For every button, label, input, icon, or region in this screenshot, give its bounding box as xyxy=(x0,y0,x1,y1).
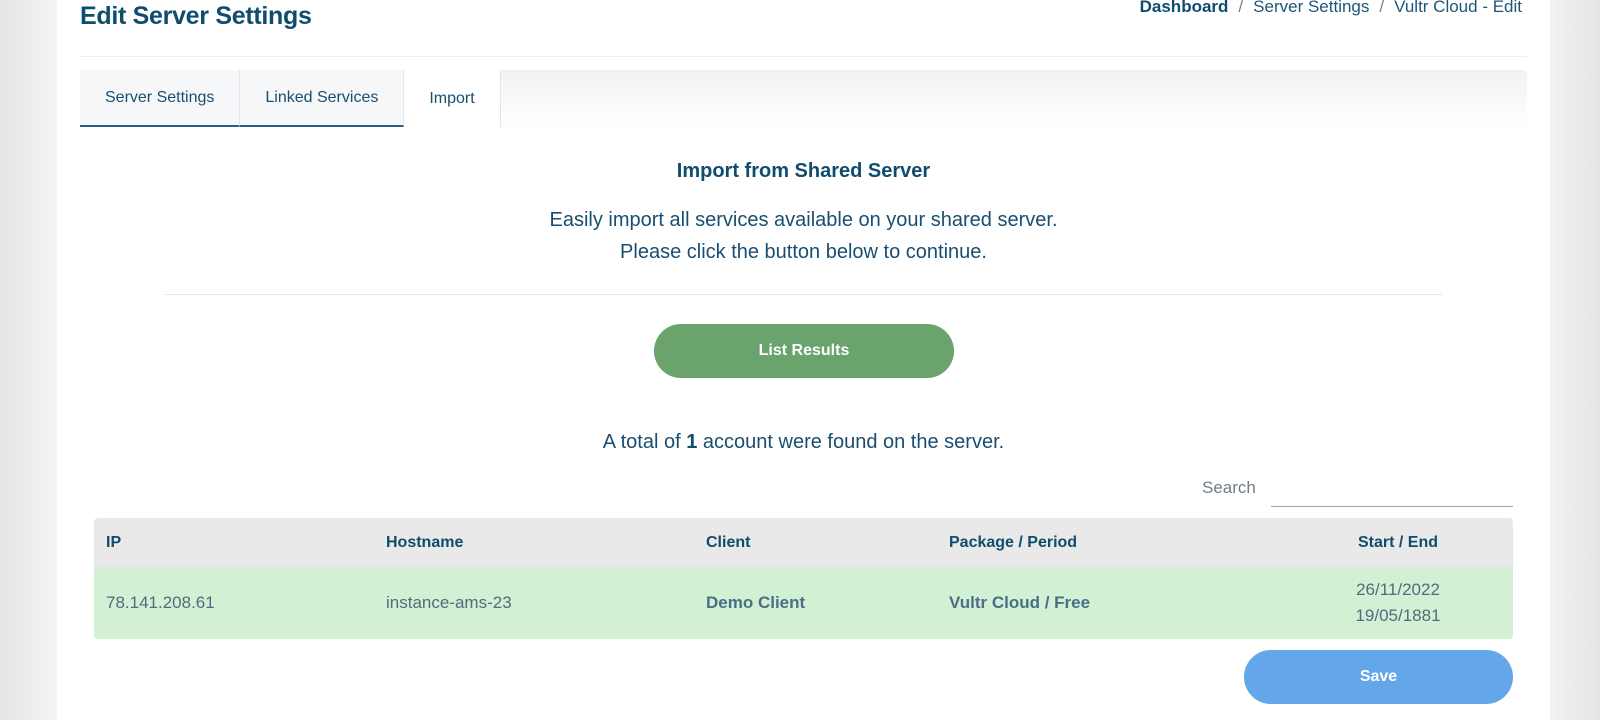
header-divider xyxy=(80,56,1527,57)
breadcrumb-dashboard[interactable]: Dashboard xyxy=(1140,0,1229,17)
search-label: Search xyxy=(1202,478,1256,497)
page-title: Edit Server Settings xyxy=(80,2,312,30)
table-header: IP Hostname Client Package / Period Star… xyxy=(94,518,1513,567)
breadcrumb-current: Vultr Cloud - Edit xyxy=(1394,0,1522,16)
column-header-ip[interactable]: IP xyxy=(94,534,374,552)
column-header-start-end[interactable]: Start / End xyxy=(1267,530,1513,556)
results-summary: A total of 1 account were found on the s… xyxy=(0,431,1600,454)
list-results-button[interactable]: List Results xyxy=(654,324,954,378)
import-section-title: Import from Shared Server xyxy=(676,160,931,182)
breadcrumb: Dashboard / Server Settings / Vultr Clou… xyxy=(1140,0,1522,17)
accounts-table: IP Hostname Client Package / Period Star… xyxy=(94,518,1513,639)
tab-server-settings[interactable]: Server Settings xyxy=(80,70,241,127)
save-button[interactable]: Save xyxy=(1244,650,1513,704)
cell-client: Demo Client xyxy=(706,593,806,612)
breadcrumb-server-settings[interactable]: Server Settings xyxy=(1253,0,1369,17)
import-description: Easily import all services available on … xyxy=(0,204,1600,268)
tab-linked-services[interactable]: Linked Services xyxy=(240,70,405,127)
column-header-client[interactable]: Client xyxy=(694,534,937,552)
breadcrumb-separator: / xyxy=(1238,0,1244,16)
cell-hostname: instance-ams-23 xyxy=(386,593,512,612)
import-description-line-2: Please click the button below to continu… xyxy=(620,241,987,263)
section-divider xyxy=(165,294,1442,295)
cell-start-end: 26/11/2022 19/05/1881 xyxy=(1267,577,1513,629)
results-summary-prefix: A total of xyxy=(602,431,681,453)
search-input[interactable] xyxy=(1271,473,1513,507)
breadcrumb-separator: / xyxy=(1379,0,1385,16)
cell-ip: 78.141.208.61 xyxy=(106,593,215,612)
cell-package: Vultr Cloud / Free xyxy=(949,593,1091,612)
results-count: 1 xyxy=(686,431,698,453)
cell-end-date: 19/05/1881 xyxy=(1355,606,1441,625)
tab-import[interactable]: Import xyxy=(404,70,501,127)
tab-bar: Server Settings Linked Services Import xyxy=(80,70,1527,128)
table-row[interactable]: 78.141.208.61 instance-ams-23 Demo Clien… xyxy=(94,567,1513,639)
column-header-hostname[interactable]: Hostname xyxy=(374,534,694,552)
results-summary-suffix: account were found on the server. xyxy=(702,431,1005,453)
import-description-line-1: Easily import all services available on … xyxy=(549,209,1058,231)
column-header-package[interactable]: Package / Period xyxy=(937,534,1267,552)
cell-start-date: 26/11/2022 xyxy=(1356,580,1440,599)
